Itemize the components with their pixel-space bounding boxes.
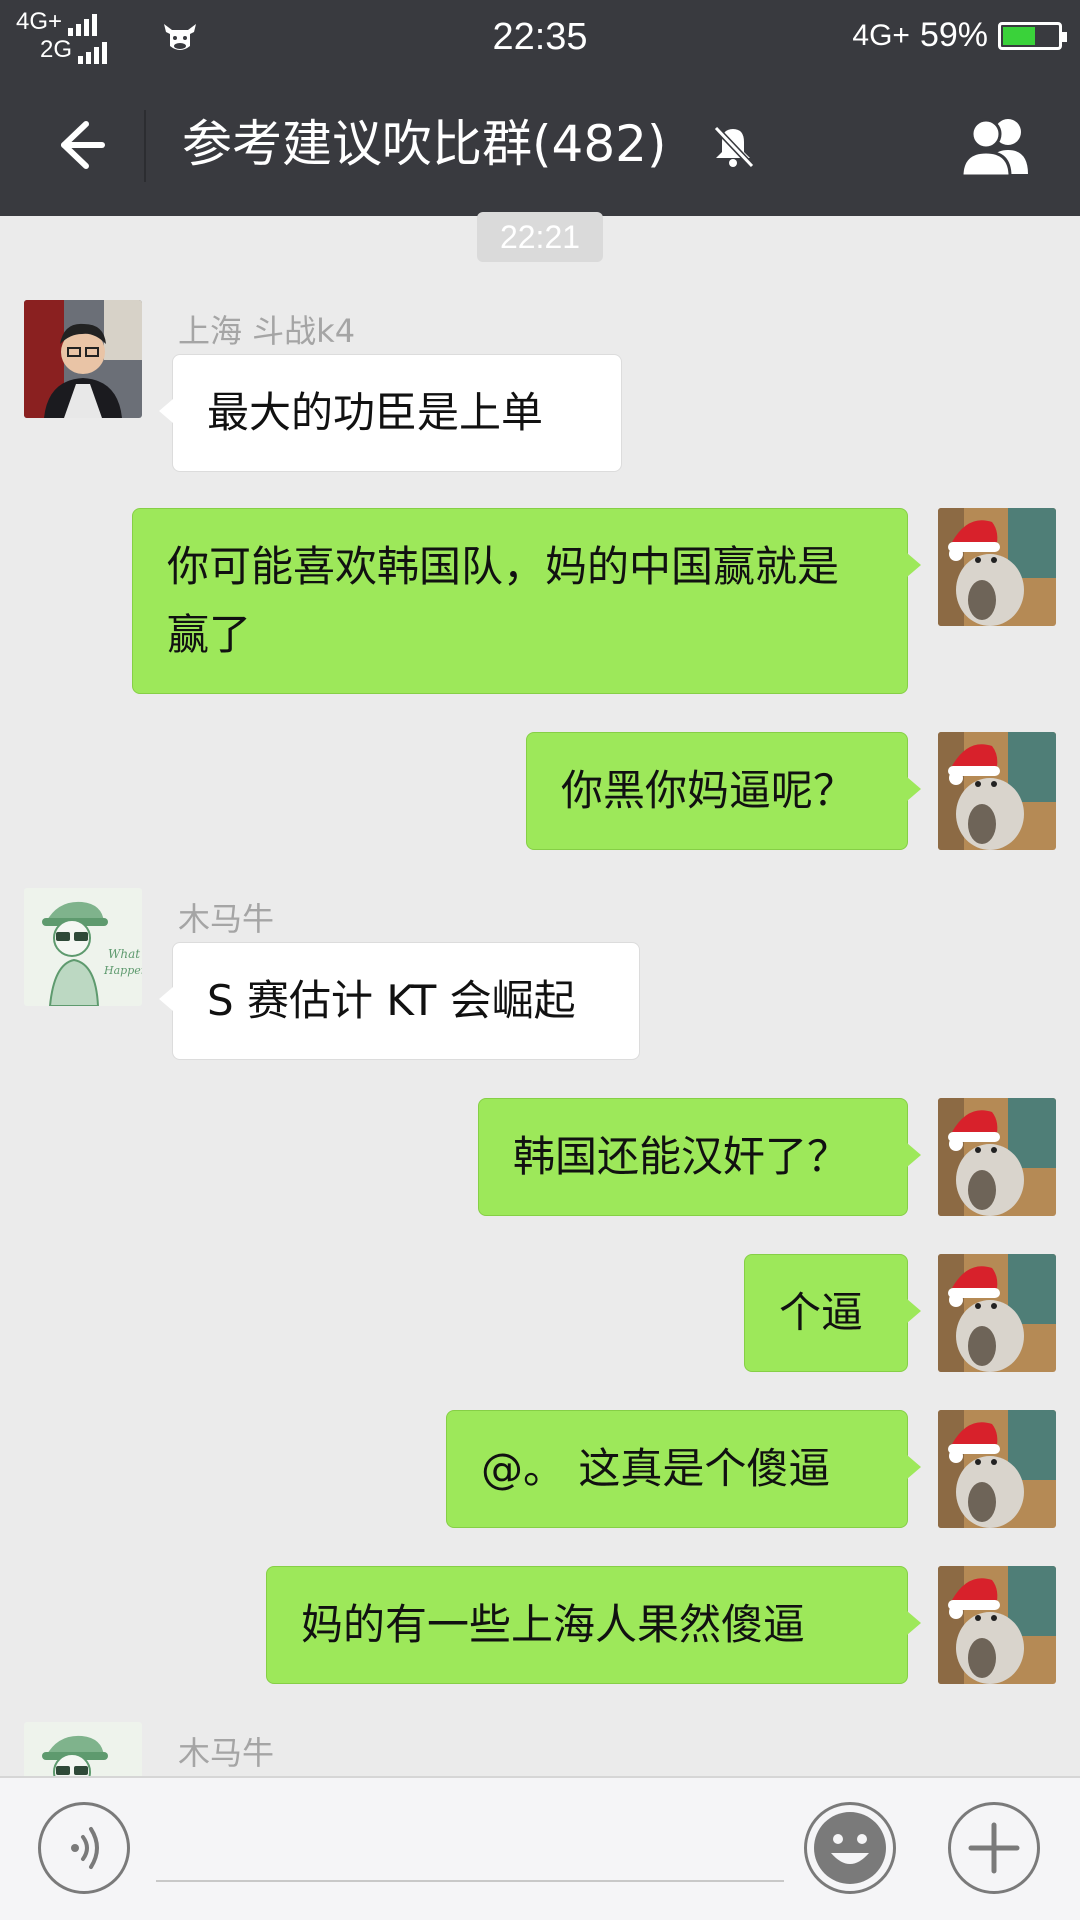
voice-wave-icon [71,1827,99,1869]
time-divider: 22:21 [477,212,603,262]
message-bubble[interactable]: 个逼 [744,1254,921,1372]
header-divider [144,110,146,182]
sender-name: 木马牛 [178,900,275,938]
sender-name: 上海 斗战k4 [178,312,356,350]
avatar[interactable]: WhatHappened? [24,1722,142,1776]
voice-button[interactable] [38,1802,130,1894]
network-type-right: 4G+ [852,18,910,52]
message-row: WhatHappened? 木马牛 [0,1722,1080,1776]
chat-header: 参考建议吹比群(482) [0,74,1080,216]
avatar[interactable] [938,732,1056,850]
message-input[interactable] [156,1818,784,1882]
avatar[interactable] [938,1254,1056,1372]
input-bar [0,1776,1080,1920]
message-bubble[interactable]: 妈的有一些上海人果然傻逼 [266,1566,921,1684]
message-bubble[interactable]: 韩国还能汉奸了？ [478,1098,921,1216]
message-bubble[interactable]: 你黑你妈逼呢？ [526,732,921,850]
group-people-icon[interactable] [956,112,1040,178]
avatar[interactable] [24,300,142,418]
more-button[interactable] [948,1802,1040,1894]
battery-icon [998,21,1067,50]
arrow-left-icon[interactable] [40,110,110,180]
bell-off-icon [713,125,755,169]
avatar[interactable]: What Happened? [24,888,142,1006]
avatar[interactable] [938,1566,1056,1684]
message-bubble[interactable]: @。 这真是个傻逼 [446,1410,921,1528]
smiley-icon [814,1812,886,1884]
message-bubble[interactable]: 你可能喜欢韩国队，妈的中国赢就是赢了 [132,508,921,694]
svg-text:Happened?: Happened? [103,964,142,977]
message-bubble[interactable]: 最大的功臣是上单 [159,354,622,472]
svg-text:What: What [108,947,140,961]
avatar[interactable] [938,508,1056,626]
status-bar: 4G+ 2G 22:35 4G+ 59% [0,0,1080,74]
page-title: 参考建议吹比群(482) [182,115,667,173]
message-bubble[interactable]: S 赛估计 KT 会崛起 [159,942,640,1060]
avatar[interactable] [938,1098,1056,1216]
sender-name: 木马牛 [178,1734,275,1772]
status-right: 4G+ 59% [852,16,1067,55]
emoji-button[interactable] [804,1802,896,1894]
avatar[interactable] [938,1410,1056,1528]
battery-percent: 59% [919,16,988,54]
plus-icon [968,1822,1020,1874]
